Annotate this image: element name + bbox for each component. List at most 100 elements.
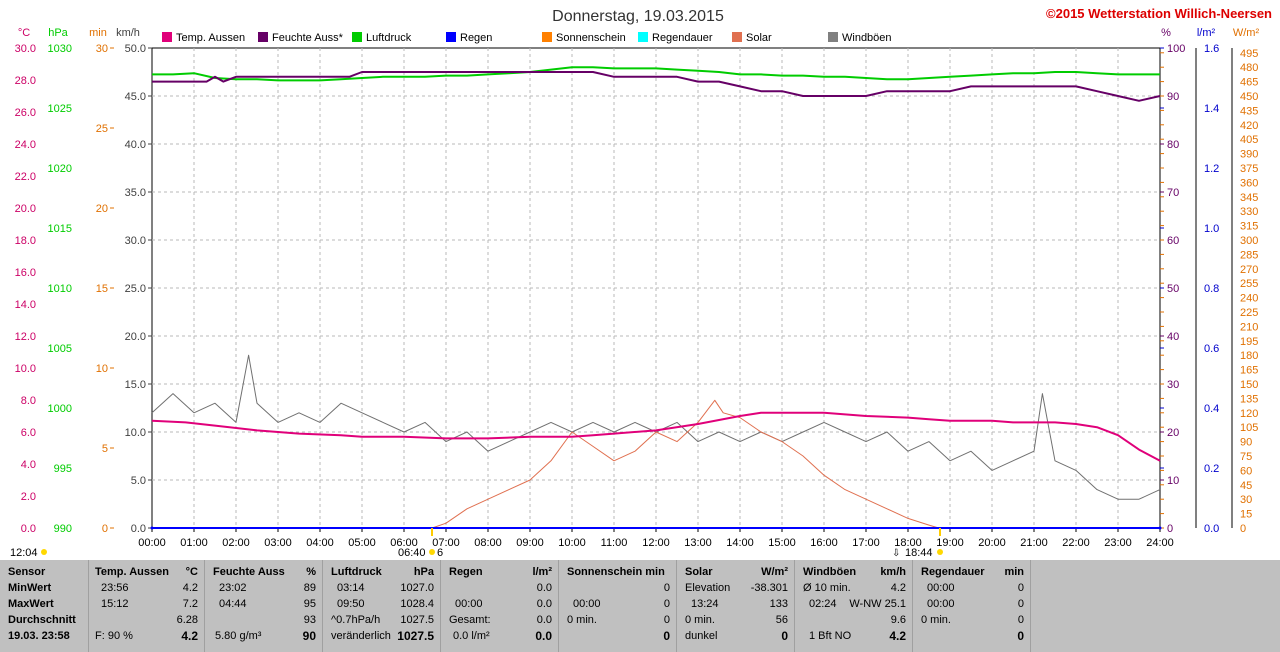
solar-tick-label: 330 — [1240, 206, 1258, 218]
legend-swatch — [258, 32, 268, 42]
pressure-min-time: 03:14 — [337, 582, 365, 594]
humidity-max: 95 — [303, 598, 316, 610]
x-tick-label: 03:00 — [264, 537, 292, 549]
humidity-current: 90 — [302, 629, 316, 643]
wind-cur-label: 1 Bft NO — [809, 630, 852, 642]
legend-label: Regendauer — [652, 32, 713, 44]
solar-current: 0 — [781, 629, 788, 643]
solar-elevation: -38.301 — [750, 582, 788, 594]
rain-tick-label: 0.6 — [1204, 343, 1219, 355]
solar-max: 133 — [769, 598, 788, 610]
x-tick-label: 12:00 — [642, 537, 670, 549]
humidity-tick-label: 80 — [1167, 139, 1179, 151]
rain-title: Regen — [449, 566, 483, 578]
data-point-regen — [150, 526, 154, 530]
rain-total-label: Gesamt: — [449, 614, 491, 626]
solar-tick-label: 150 — [1240, 379, 1258, 391]
humidity-panel: Feuchte Auss % 23:02 89 04:44 95 93 5.80… — [204, 560, 322, 652]
rainduration-avg: 0 — [1017, 614, 1024, 626]
solar-tick-label: 375 — [1240, 163, 1258, 175]
solar-tick-label: 120 — [1240, 408, 1258, 420]
pressure-tick-label: 990 — [54, 523, 72, 535]
solar-tick-label: 480 — [1240, 62, 1258, 74]
solar-tick-label: 360 — [1240, 177, 1258, 189]
solar-tick-label: 420 — [1240, 120, 1258, 132]
sunshine-current: 0 — [663, 629, 670, 643]
rainduration-min: 0 — [1017, 582, 1024, 594]
sunrise-suffix: 6 — [437, 547, 443, 559]
humidity-unit: % — [306, 566, 316, 578]
x-tick-label: 19:00 — [936, 537, 964, 549]
wind-avg10: 4.2 — [890, 582, 906, 594]
rainduration-unit: min — [1004, 566, 1024, 578]
solar-unit: W/m² — [761, 566, 788, 578]
sunshine-panel: Sonnenschein min 0 00:00 0 0 min. 0 0 — [558, 560, 676, 652]
humidity-tick-label: 60 — [1167, 235, 1179, 247]
temp-tick-label: 10.0 — [15, 363, 36, 375]
rain-tick-label: 0.8 — [1204, 283, 1219, 295]
legend-label: Windböen — [842, 32, 892, 44]
copyright-text: ©2015 Wetterstation Willich-Neersen — [1046, 6, 1272, 21]
solar-tick-label: 15 — [1240, 509, 1252, 521]
wind-tick-label: 45.0 — [125, 91, 146, 103]
rain-tick-label: 0.0 — [1204, 523, 1219, 535]
x-tick-label: 17:00 — [852, 537, 880, 549]
sunrise-icon — [429, 549, 435, 555]
wind-current: 4.2 — [889, 629, 906, 643]
x-tick-label: 16:00 — [810, 537, 838, 549]
humidity-tick-label: 90 — [1167, 91, 1179, 103]
rainduration-max-time: 00:00 — [927, 598, 955, 610]
rain-tick-label: 0.4 — [1204, 403, 1219, 415]
legend-swatch — [732, 32, 742, 42]
pressure-tick-label: 1010 — [48, 283, 72, 295]
solar-tick-label: 210 — [1240, 321, 1258, 333]
minutes-tick-label: 5 — [102, 443, 108, 455]
solar-tick-label: 90 — [1240, 437, 1252, 449]
wind-avg: 9.6 — [890, 614, 906, 626]
humidity-tick-label: 50 — [1167, 283, 1179, 295]
solar-axis-title: W/m² — [1233, 27, 1260, 39]
rainduration-title: Regendauer — [921, 566, 985, 578]
wind-axis-title: km/h — [116, 27, 140, 39]
solar-tick-label: 450 — [1240, 91, 1258, 103]
temp-avg: 6.28 — [176, 614, 198, 626]
x-tick-label: 08:00 — [474, 537, 502, 549]
temp-min-time: 23:56 — [101, 582, 129, 594]
row-labels-panel: Sensor MinWert MaxWert Durchschnitt 19.0… — [0, 560, 88, 652]
x-tick-label: 10:00 — [558, 537, 586, 549]
temp-tick-label: 22.0 — [15, 171, 36, 183]
temp-title: Temp. Aussen — [95, 566, 169, 578]
wind-tick-label: 0.0 — [131, 523, 146, 535]
solar-tick-label: 0 — [1240, 523, 1246, 535]
marker-left-label: 12:04 — [10, 547, 38, 559]
solar-tick-label: 240 — [1240, 293, 1258, 305]
wind-tick-label: 10.0 — [125, 427, 146, 439]
pressure-tick-label: 1020 — [48, 163, 72, 175]
pressure-cur-label: veränderlich — [331, 630, 391, 642]
row-label-sensor: Sensor — [8, 566, 46, 578]
chart-title: Donnerstag, 19.03.2015 — [552, 8, 724, 25]
minutes-tick-label: 15 — [96, 283, 108, 295]
temp-max-time: 15:12 — [101, 598, 129, 610]
solar-tick-label: 165 — [1240, 365, 1258, 377]
rain-max-time: 00:00 — [455, 598, 483, 610]
solar-avg-label: 0 min. — [685, 614, 715, 626]
rainduration-min-time: 00:00 — [927, 582, 955, 594]
sunset-icon: ⇩ — [892, 548, 900, 559]
sunset-dot-icon — [937, 549, 943, 555]
solar-panel: Solar W/m² Elevation -38.301 13:24 133 0… — [676, 560, 794, 652]
temp-tick-label: 18.0 — [15, 235, 36, 247]
rain-tick-label: 1.0 — [1204, 223, 1219, 235]
temp-tick-label: 26.0 — [15, 107, 36, 119]
sunset-label: 18:44 — [905, 547, 933, 559]
solar-elevation-label: Elevation — [685, 582, 731, 594]
rain-current: 0.0 — [535, 629, 552, 643]
rain-axis-title: l/m² — [1197, 27, 1216, 39]
weather-chart: Donnerstag, 19.03.2015 ©2015 Wetterstati… — [0, 0, 1280, 560]
rain-panel: Regen l/m² 0.0 00:00 0.0 Gesamt: 0.0 0.0… — [440, 560, 558, 652]
wind-unit: km/h — [880, 566, 906, 578]
temp-axis-title: °C — [18, 27, 30, 39]
solar-tick-label: 30 — [1240, 494, 1252, 506]
rain-tick-label: 1.2 — [1204, 163, 1219, 175]
wind-tick-label: 30.0 — [125, 235, 146, 247]
